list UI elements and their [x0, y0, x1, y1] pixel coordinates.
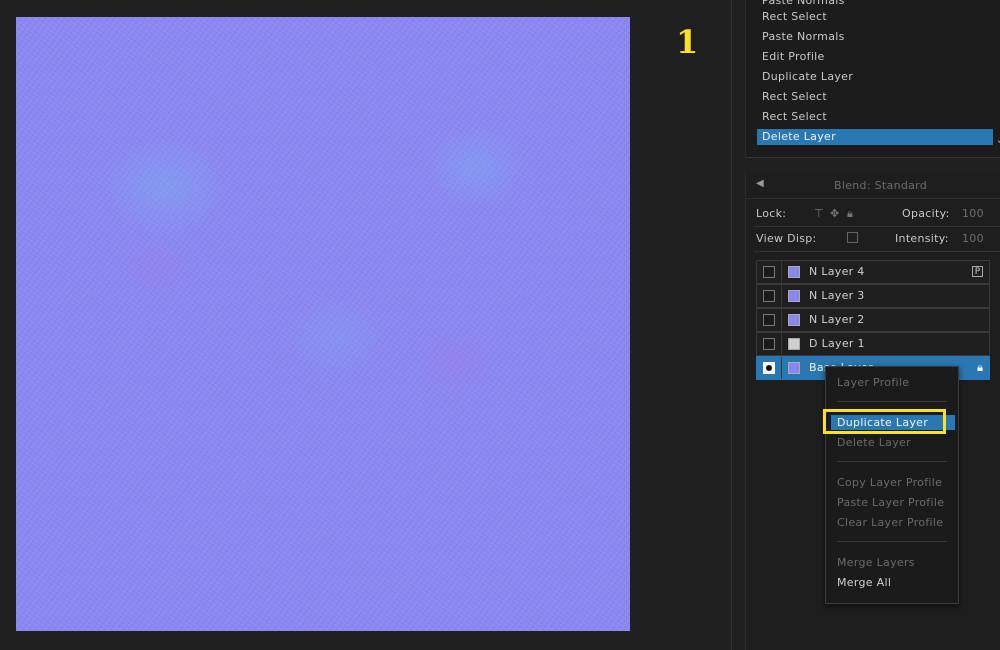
menu-item-copy-layer-profile[interactable]: Copy Layer Profile — [831, 475, 955, 490]
blend-mode-bar[interactable]: ◀ Blend: Standard — [746, 172, 1000, 199]
opacity-label: Opacity: — [902, 207, 950, 220]
view-disp-checkbox[interactable] — [847, 232, 858, 243]
history-panel: Paste Normals Rect Select Paste Normals … — [745, 0, 1000, 158]
visibility-cell[interactable] — [757, 285, 782, 307]
annotation-highlight-box — [823, 409, 946, 434]
lock-move-icon[interactable]: ✥ — [830, 207, 840, 220]
layer-name: N Layer 3 — [809, 289, 865, 302]
layer-context-menu: Layer Profile Duplicate Layer Delete Lay… — [825, 366, 959, 604]
layer-row[interactable]: D Layer 1 — [756, 332, 990, 356]
menu-separator — [837, 401, 947, 402]
chevron-down-icon[interactable]: ⌄ — [996, 135, 1000, 146]
visibility-checkbox[interactable] — [763, 266, 775, 278]
layer-name: D Layer 1 — [809, 337, 865, 350]
menu-item-delete-layer[interactable]: Delete Layer — [831, 435, 955, 450]
view-disp-row: View Disp: Intensity: 100 — [746, 227, 1000, 251]
opacity-value[interactable]: 100 — [962, 207, 984, 220]
layer-swatch — [788, 338, 800, 350]
layer-name: N Layer 4 — [809, 265, 865, 278]
panel-divider — [731, 0, 732, 650]
visibility-cell[interactable] — [757, 309, 782, 331]
visibility-checkbox[interactable] — [763, 314, 775, 326]
menu-item-clear-layer-profile[interactable]: Clear Layer Profile — [831, 515, 955, 530]
divider — [754, 251, 1000, 252]
layer-swatch — [788, 314, 800, 326]
visibility-cell[interactable] — [757, 261, 782, 283]
menu-item-merge-all[interactable]: Merge All — [831, 575, 955, 590]
history-item[interactable]: Edit Profile — [757, 49, 993, 65]
history-item[interactable]: Paste Normals — [757, 29, 993, 45]
visibility-cell[interactable] — [757, 357, 782, 379]
visibility-checkbox[interactable] — [763, 362, 775, 374]
layer-row[interactable]: N Layer 3 — [756, 284, 990, 308]
lock-all-icon[interactable]: 🔒︎ — [847, 207, 853, 221]
history-item[interactable]: Rect Select — [757, 9, 993, 25]
layer-row[interactable]: N Layer 4 P — [756, 260, 990, 284]
history-item-selected[interactable]: Delete Layer — [757, 129, 993, 145]
visibility-checkbox[interactable] — [763, 338, 775, 350]
history-item[interactable]: Rect Select — [757, 109, 993, 125]
lock-label: Lock: — [756, 207, 787, 220]
visibility-cell[interactable] — [757, 333, 782, 355]
layer-swatch — [788, 290, 800, 302]
profile-icon[interactable]: P — [972, 266, 983, 277]
menu-separator — [837, 541, 947, 542]
blend-mode-label[interactable]: Blend: Standard — [834, 179, 927, 192]
intensity-label: Intensity: — [895, 232, 949, 245]
layer-swatch — [788, 266, 800, 278]
menu-separator — [837, 461, 947, 462]
menu-item-paste-layer-profile[interactable]: Paste Layer Profile — [831, 495, 955, 510]
lock-row: Lock: ⊤ ✥ 🔒︎ Opacity: 100 — [746, 202, 1000, 226]
visibility-checkbox[interactable] — [763, 290, 775, 302]
lock-paint-icon[interactable]: ⊤ — [814, 207, 824, 220]
lock-icon[interactable]: 🔒︎ — [977, 361, 983, 375]
arrow-left-icon[interactable]: ◀ — [756, 178, 764, 189]
history-item[interactable]: Rect Select — [757, 89, 993, 105]
menu-item-layer-profile[interactable]: Layer Profile — [831, 375, 955, 390]
normal-map-canvas[interactable] — [16, 17, 630, 631]
menu-item-merge-layers[interactable]: Merge Layers — [831, 555, 955, 570]
layer-row[interactable]: N Layer 2 — [756, 308, 990, 332]
layer-swatch — [788, 362, 800, 374]
view-disp-label: View Disp: — [756, 232, 817, 245]
history-item[interactable]: Paste Normals — [757, 0, 993, 9]
step-number-annotation: 1 — [676, 23, 699, 61]
intensity-value[interactable]: 100 — [962, 232, 984, 245]
history-item[interactable]: Duplicate Layer — [757, 69, 993, 85]
layer-name: N Layer 2 — [809, 313, 865, 326]
